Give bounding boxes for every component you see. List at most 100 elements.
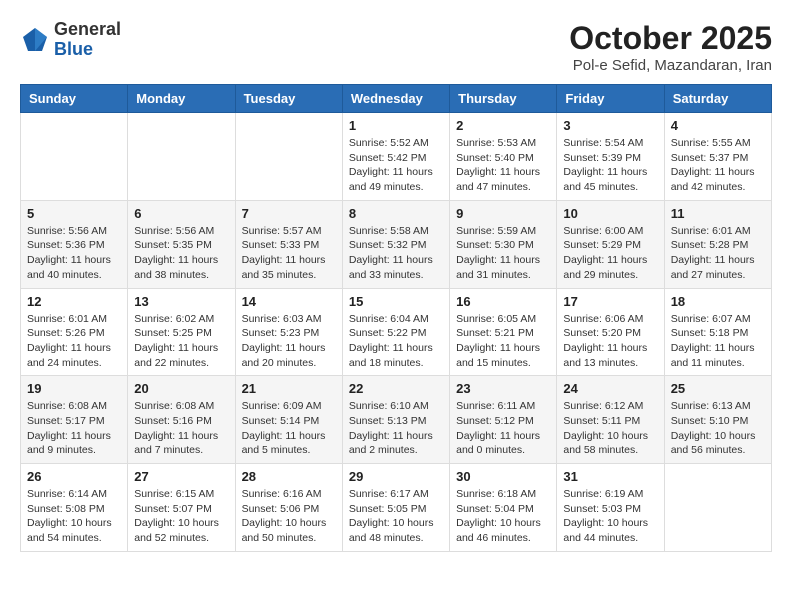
- calendar-cell: 31Sunrise: 6:19 AM Sunset: 5:03 PM Dayli…: [557, 464, 664, 552]
- day-info: Sunrise: 6:04 AM Sunset: 5:22 PM Dayligh…: [349, 312, 443, 371]
- day-number: 10: [563, 206, 657, 221]
- day-info: Sunrise: 6:00 AM Sunset: 5:29 PM Dayligh…: [563, 224, 657, 283]
- day-info: Sunrise: 6:12 AM Sunset: 5:11 PM Dayligh…: [563, 399, 657, 458]
- column-header-friday: Friday: [557, 85, 664, 113]
- month-title: October 2025: [569, 20, 772, 57]
- header-row: SundayMondayTuesdayWednesdayThursdayFrid…: [21, 85, 772, 113]
- calendar-cell: 22 Sunrise: 6:10 AM Sunset: 5:13 PM Dayli…: [342, 376, 449, 464]
- calendar-cell: 17 Sunrise: 6:06 AM Sunset: 5:20 PM Dayli…: [557, 288, 664, 376]
- calendar-cell: 25 Sunrise: 6:13 AM Sunset: 5:10 PM Dayli…: [664, 376, 771, 464]
- calendar-cell: 13 Sunrise: 6:02 AM Sunset: 5:25 PM Dayli…: [128, 288, 235, 376]
- day-number: 4: [671, 118, 765, 133]
- calendar-week-2: 5 Sunrise: 5:56 AM Sunset: 5:36 PM Daylig…: [21, 200, 772, 288]
- day-info: Sunrise: 6:10 AM Sunset: 5:13 PM Dayligh…: [349, 399, 443, 458]
- column-header-thursday: Thursday: [450, 85, 557, 113]
- day-info: Sunrise: 5:56 AM Sunset: 5:35 PM Dayligh…: [134, 224, 228, 283]
- day-number: 15: [349, 294, 443, 309]
- day-info: Sunrise: 6:11 AM Sunset: 5:12 PM Dayligh…: [456, 399, 550, 458]
- day-number: 7: [242, 206, 336, 221]
- day-number: 30: [456, 469, 550, 484]
- title-section: October 2025 Pol-e Sefid, Mazandaran, Ir…: [569, 20, 772, 74]
- day-number: 13: [134, 294, 228, 309]
- day-info: Sunrise: 6:03 AM Sunset: 5:23 PM Dayligh…: [242, 312, 336, 371]
- logo-general-text: General: [54, 20, 121, 40]
- day-number: 17: [563, 294, 657, 309]
- day-number: 24: [563, 381, 657, 396]
- day-info: Sunrise: 5:57 AM Sunset: 5:33 PM Dayligh…: [242, 224, 336, 283]
- day-number: 2: [456, 118, 550, 133]
- day-info: Sunrise: 5:59 AM Sunset: 5:30 PM Dayligh…: [456, 224, 550, 283]
- day-number: 27: [134, 469, 228, 484]
- calendar-cell: 14 Sunrise: 6:03 AM Sunset: 5:23 PM Dayli…: [235, 288, 342, 376]
- calendar-cell: 5 Sunrise: 5:56 AM Sunset: 5:36 PM Daylig…: [21, 200, 128, 288]
- day-info: Sunrise: 6:07 AM Sunset: 5:18 PM Dayligh…: [671, 312, 765, 371]
- day-number: 12: [27, 294, 121, 309]
- day-info: Sunrise: 5:58 AM Sunset: 5:32 PM Dayligh…: [349, 224, 443, 283]
- day-number: 18: [671, 294, 765, 309]
- day-number: 23: [456, 381, 550, 396]
- day-info: Sunrise: 6:02 AM Sunset: 5:25 PM Dayligh…: [134, 312, 228, 371]
- calendar-cell: 2 Sunrise: 5:53 AM Sunset: 5:40 PM Daylig…: [450, 113, 557, 201]
- day-info: Sunrise: 6:15 AM Sunset: 5:07 PM Dayligh…: [134, 487, 228, 546]
- day-number: 19: [27, 381, 121, 396]
- day-number: 22: [349, 381, 443, 396]
- day-number: 16: [456, 294, 550, 309]
- calendar-cell: 18 Sunrise: 6:07 AM Sunset: 5:18 PM Dayli…: [664, 288, 771, 376]
- calendar-cell: 15 Sunrise: 6:04 AM Sunset: 5:22 PM Dayli…: [342, 288, 449, 376]
- day-info: Sunrise: 5:56 AM Sunset: 5:36 PM Dayligh…: [27, 224, 121, 283]
- logo: General Blue: [20, 20, 121, 60]
- calendar-cell: 4 Sunrise: 5:55 AM Sunset: 5:37 PM Daylig…: [664, 113, 771, 201]
- day-number: 26: [27, 469, 121, 484]
- column-header-sunday: Sunday: [21, 85, 128, 113]
- calendar-cell: 9 Sunrise: 5:59 AM Sunset: 5:30 PM Daylig…: [450, 200, 557, 288]
- calendar-cell: 19 Sunrise: 6:08 AM Sunset: 5:17 PM Dayli…: [21, 376, 128, 464]
- day-number: 20: [134, 381, 228, 396]
- calendar-cell: 8 Sunrise: 5:58 AM Sunset: 5:32 PM Daylig…: [342, 200, 449, 288]
- day-number: 5: [27, 206, 121, 221]
- day-info: Sunrise: 6:18 AM Sunset: 5:04 PM Dayligh…: [456, 487, 550, 546]
- calendar-week-3: 12 Sunrise: 6:01 AM Sunset: 5:26 PM Dayli…: [21, 288, 772, 376]
- calendar-cell: 10 Sunrise: 6:00 AM Sunset: 5:29 PM Dayli…: [557, 200, 664, 288]
- calendar-cell: 23 Sunrise: 6:11 AM Sunset: 5:12 PM Dayli…: [450, 376, 557, 464]
- day-info: Sunrise: 6:06 AM Sunset: 5:20 PM Dayligh…: [563, 312, 657, 371]
- calendar-cell: 29Sunrise: 6:17 AM Sunset: 5:05 PM Dayli…: [342, 464, 449, 552]
- day-info: Sunrise: 6:08 AM Sunset: 5:17 PM Dayligh…: [27, 399, 121, 458]
- calendar-cell: [128, 113, 235, 201]
- location-text: Pol-e Sefid, Mazandaran, Iran: [569, 57, 772, 74]
- calendar-cell: 6Sunrise: 5:56 AM Sunset: 5:35 PM Daylig…: [128, 200, 235, 288]
- day-info: Sunrise: 6:01 AM Sunset: 5:26 PM Dayligh…: [27, 312, 121, 371]
- calendar-cell: 28 Sunrise: 6:16 AM Sunset: 5:06 PM Dayli…: [235, 464, 342, 552]
- day-info: Sunrise: 6:13 AM Sunset: 5:10 PM Dayligh…: [671, 399, 765, 458]
- calendar-cell: 24 Sunrise: 6:12 AM Sunset: 5:11 PM Dayli…: [557, 376, 664, 464]
- day-number: 1: [349, 118, 443, 133]
- day-number: 8: [349, 206, 443, 221]
- day-number: 3: [563, 118, 657, 133]
- column-header-saturday: Saturday: [664, 85, 771, 113]
- day-number: 9: [456, 206, 550, 221]
- day-info: Sunrise: 5:53 AM Sunset: 5:40 PM Dayligh…: [456, 136, 550, 195]
- calendar-week-4: 19 Sunrise: 6:08 AM Sunset: 5:17 PM Dayli…: [21, 376, 772, 464]
- calendar-week-1: 1 Sunrise: 5:52 AM Sunset: 5:42 PM Daylig…: [21, 113, 772, 201]
- logo-icon: [20, 25, 50, 55]
- day-info: Sunrise: 6:16 AM Sunset: 5:06 PM Dayligh…: [242, 487, 336, 546]
- day-number: 25: [671, 381, 765, 396]
- day-number: 14: [242, 294, 336, 309]
- calendar-cell: 7 Sunrise: 5:57 AM Sunset: 5:33 PM Daylig…: [235, 200, 342, 288]
- day-number: 29: [349, 469, 443, 484]
- day-number: 21: [242, 381, 336, 396]
- day-info: Sunrise: 6:05 AM Sunset: 5:21 PM Dayligh…: [456, 312, 550, 371]
- day-info: Sunrise: 5:55 AM Sunset: 5:37 PM Dayligh…: [671, 136, 765, 195]
- calendar-week-5: 26Sunrise: 6:14 AM Sunset: 5:08 PM Dayli…: [21, 464, 772, 552]
- day-info: Sunrise: 6:19 AM Sunset: 5:03 PM Dayligh…: [563, 487, 657, 546]
- calendar-cell: 3 Sunrise: 5:54 AM Sunset: 5:39 PM Daylig…: [557, 113, 664, 201]
- calendar-cell: [664, 464, 771, 552]
- calendar-table: SundayMondayTuesdayWednesdayThursdayFrid…: [20, 84, 772, 552]
- day-info: Sunrise: 5:52 AM Sunset: 5:42 PM Dayligh…: [349, 136, 443, 195]
- day-number: 28: [242, 469, 336, 484]
- calendar-cell: 11Sunrise: 6:01 AM Sunset: 5:28 PM Dayli…: [664, 200, 771, 288]
- calendar-cell: 21Sunrise: 6:09 AM Sunset: 5:14 PM Dayli…: [235, 376, 342, 464]
- day-info: Sunrise: 6:08 AM Sunset: 5:16 PM Dayligh…: [134, 399, 228, 458]
- day-info: Sunrise: 5:54 AM Sunset: 5:39 PM Dayligh…: [563, 136, 657, 195]
- column-header-tuesday: Tuesday: [235, 85, 342, 113]
- calendar-cell: 27 Sunrise: 6:15 AM Sunset: 5:07 PM Dayli…: [128, 464, 235, 552]
